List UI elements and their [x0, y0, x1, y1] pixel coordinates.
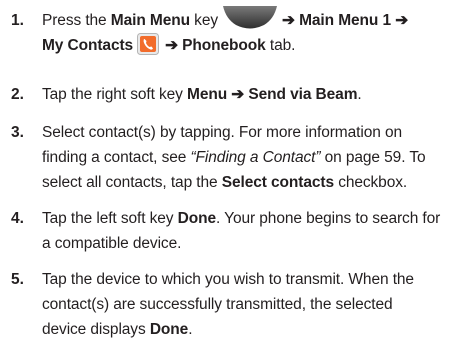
menu-path: ➔ Main Menu 1 ➔	[282, 12, 409, 30]
text: contact(s) are successfully transmitted,…	[42, 296, 393, 313]
step-text: Tap the left soft key Done. Your phone b…	[42, 206, 470, 256]
step-number: 1.	[11, 12, 24, 29]
key-name: Done	[177, 210, 217, 227]
key-name: Main Menu	[110, 12, 190, 30]
menu-path: Menu ➔ Send via Beam	[187, 86, 358, 103]
step-line: device displays Done.	[42, 317, 470, 342]
step-text: Select contact(s) by tapping. For more i…	[42, 120, 470, 195]
step-text: Tap the right soft key Menu ➔ Send via B…	[42, 82, 470, 107]
step-line: Select contact(s) by tapping. For more i…	[42, 120, 470, 145]
text: tab.	[265, 37, 296, 54]
step-line: select all contacts, tap the Select cont…	[42, 170, 470, 195]
text: Press the	[42, 12, 111, 30]
text: . Your phone begins to search for	[216, 210, 441, 227]
text: key	[189, 12, 218, 30]
step-line: Tap the left soft key Done. Your phone b…	[42, 206, 470, 231]
text: device displays	[42, 321, 150, 338]
tab-name: ➔ Phonebook	[165, 37, 266, 54]
checkbox-name: Select contacts	[221, 174, 334, 191]
contacts-app-icon	[137, 32, 160, 55]
text: on page 59. To	[320, 149, 426, 166]
cross-reference: “Finding a Contact”	[190, 149, 321, 166]
step-text: Press the Main Menu key ➔ Main Menu 1 ➔ …	[42, 6, 470, 58]
step-line: contact(s) are successfully transmitted,…	[42, 292, 470, 317]
text: Select contact(s) by tapping. For more i…	[42, 124, 402, 141]
step-number: 4.	[11, 210, 24, 227]
main-menu-key-icon	[223, 6, 277, 29]
text: .	[357, 86, 362, 103]
step-line: Tap the right soft key Menu ➔ Send via B…	[42, 82, 470, 107]
step-line: Tap the device to which you wish to tran…	[42, 267, 470, 292]
step-number: 3.	[11, 124, 24, 141]
app-name: My Contacts	[42, 37, 134, 54]
text: a compatible device.	[42, 235, 182, 252]
text: Tap the device to which you wish to tran…	[42, 271, 414, 288]
text: finding a contact, see	[42, 149, 191, 166]
step-number: 2.	[11, 86, 24, 103]
step-line: a compatible device.	[42, 231, 470, 256]
status-name: Done	[149, 321, 189, 338]
text: select all contacts, tap the	[42, 174, 222, 191]
step-number: 5.	[11, 271, 24, 288]
step-line: Press the Main Menu key ➔ Main Menu 1 ➔	[42, 6, 470, 33]
text: checkbox.	[333, 174, 408, 191]
text: Tap the left soft key	[42, 210, 178, 227]
step-text: Tap the device to which you wish to tran…	[42, 267, 470, 342]
text: .	[188, 321, 193, 338]
text: Tap the right soft key	[42, 86, 188, 103]
step-line: My Contacts ➔ Phonebook tab.	[42, 32, 470, 58]
step-line: finding a contact, see “Finding a Contac…	[42, 145, 470, 170]
